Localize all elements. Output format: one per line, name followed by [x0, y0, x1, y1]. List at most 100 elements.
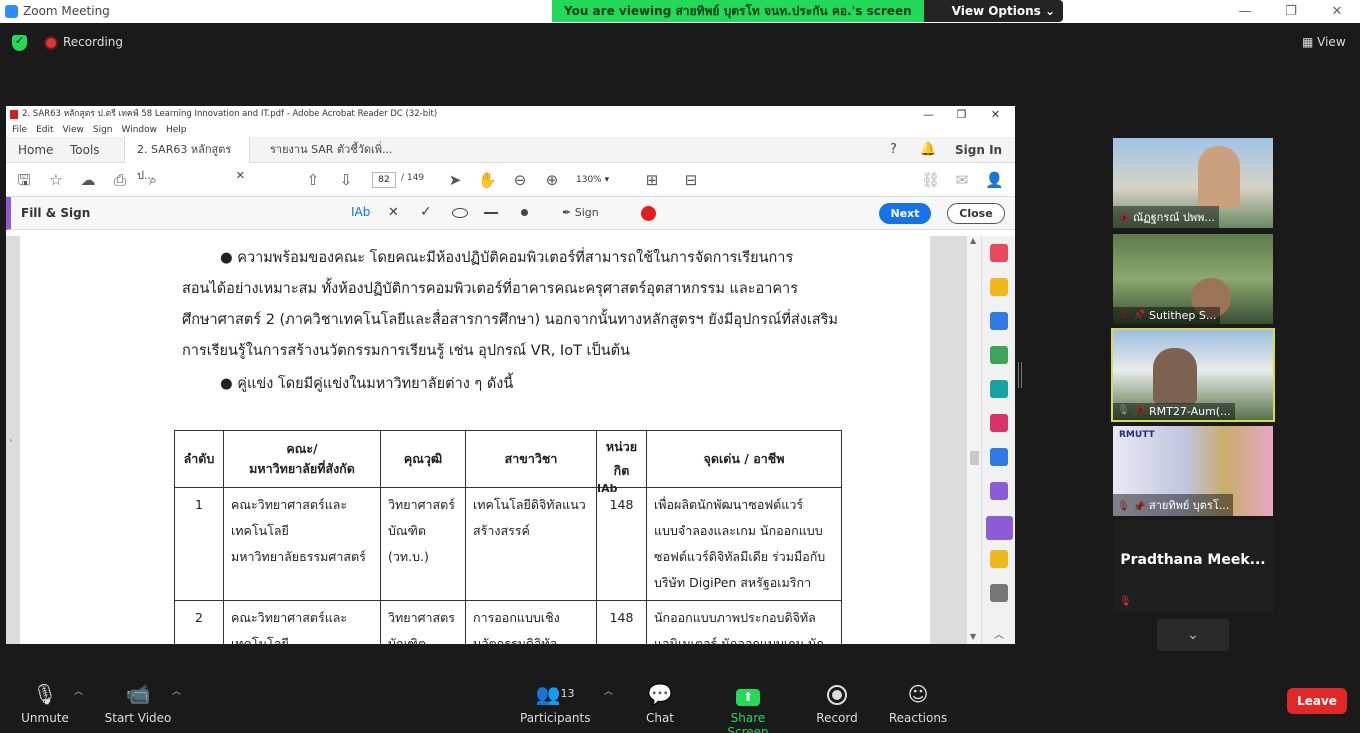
table-cell: เทคโนโลยีดิจิทัลแนว สร้างสรรค์ — [465, 487, 597, 601]
vertical-scrollbar[interactable]: ▲ ▼ — [967, 236, 981, 644]
collapse-rail-icon[interactable]: ︿ — [994, 626, 1004, 641]
page-fit-icon[interactable]: ⊞ — [643, 171, 661, 189]
close-button[interactable]: Close — [947, 203, 1005, 224]
page-up-icon[interactable]: ⇧ — [304, 171, 322, 189]
email-icon[interactable]: ✉ — [953, 171, 971, 189]
pdf-icon — [10, 110, 18, 119]
scroll-thumb[interactable] — [970, 451, 979, 465]
comment-icon[interactable] — [990, 278, 1008, 296]
participant-tile[interactable]: 🎙 📌 Sutithep S... — [1113, 234, 1273, 324]
color-picker-red[interactable] — [641, 206, 656, 221]
organize-pages-icon[interactable] — [990, 346, 1008, 364]
participants-icon: 👥13 — [535, 682, 575, 706]
scan-ocr-icon[interactable] — [990, 380, 1008, 398]
protect-icon[interactable] — [990, 448, 1008, 466]
table-row: 2 คณะวิทยาศาสตร์และ เทคโนโลยี วิทยาศาสตร… — [174, 600, 842, 644]
scroll-mode-icon[interactable]: ⊟ — [682, 171, 700, 189]
link-icon[interactable]: ⛓ — [921, 171, 940, 189]
meeting-controls: 🎙 Unmute ︿ 📹 Start Video ︿ 👥13 Participa… — [0, 671, 1360, 733]
participant-name: Sutithep S... — [1113, 307, 1221, 324]
video-options-caret-icon[interactable]: ︿ — [172, 684, 181, 697]
split-divider-handle[interactable] — [1018, 362, 1022, 388]
request-sign-icon[interactable] — [990, 482, 1008, 500]
close-icon[interactable]: ✕ — [1314, 0, 1360, 23]
add-user-icon[interactable]: 👤 — [985, 171, 1004, 189]
participant-name: สายทิพย์ บุตรโ... — [1113, 494, 1234, 516]
page-number-input[interactable]: 82 — [372, 172, 396, 188]
tab-tools[interactable]: Tools — [58, 137, 112, 163]
ellipse-icon[interactable] — [452, 208, 468, 218]
acrobat-restore-icon[interactable]: ❐ — [945, 106, 978, 123]
upload-cloud-icon[interactable]: ☁ — [79, 171, 97, 189]
left-pane-toggle-icon[interactable]: › — [9, 436, 13, 446]
acrobat-close-icon[interactable]: ✕ — [979, 106, 1012, 123]
acrobat-tabs: Home Tools 2. SAR63 หลักสูตร ป... ✕ รายง… — [6, 137, 1015, 182]
fill-sign-icon[interactable] — [986, 516, 1013, 540]
zoom-level-dropdown[interactable]: 130% ▾ — [576, 172, 621, 188]
reactions-button[interactable]: ☺ Reactions — [888, 671, 948, 733]
line-icon[interactable] — [484, 212, 498, 214]
view-options-button[interactable]: View Options ⌄ — [923, 0, 1064, 22]
hand-tool-icon[interactable]: ✋ — [478, 171, 497, 189]
dot-icon[interactable] — [521, 209, 528, 216]
scroll-down-icon[interactable]: ▼ — [970, 632, 976, 641]
zoom-logo-icon — [5, 5, 18, 18]
tab-doc-sar63[interactable]: 2. SAR63 หลักสูตร ป... ✕ — [124, 137, 250, 182]
menu-sign[interactable]: Sign — [93, 123, 113, 137]
save-icon[interactable]: 🖫 — [15, 171, 33, 189]
send-file-icon[interactable] — [990, 550, 1008, 568]
more-tools-icon[interactable] — [990, 584, 1008, 602]
menu-help[interactable]: Help — [166, 123, 187, 137]
record-button[interactable]: Record — [812, 671, 862, 733]
sign-in-button[interactable]: Sign In — [943, 137, 1014, 163]
pdf-page: ● ความพร้อมของคณะ โดยคณะมีห้องปฏิบัติคอม… — [20, 236, 930, 644]
scroll-up-icon[interactable]: ▲ — [970, 236, 976, 245]
acrobat-menubar: File Edit View Sign Window Help — [6, 123, 1015, 137]
maximize-icon[interactable]: ❐ — [1268, 0, 1314, 23]
help-icon[interactable]: ? — [878, 137, 909, 163]
edit-pdf-icon[interactable] — [990, 414, 1008, 432]
chat-button[interactable]: 💬 Chat — [640, 671, 680, 733]
fill-sign-title: Fill & Sign — [21, 206, 91, 220]
zoom-window-title: Zoom Meeting — [23, 4, 110, 18]
print-icon[interactable]: ⎙ — [111, 171, 129, 189]
view-button[interactable]: ▦ View — [1302, 35, 1346, 49]
menu-window[interactable]: Window — [122, 123, 158, 137]
next-button[interactable]: Next — [879, 203, 931, 224]
audio-options-caret-icon[interactable]: ︿ — [74, 684, 83, 697]
menu-file[interactable]: File — [12, 123, 27, 137]
unmute-button[interactable]: 🎙 Unmute — [14, 671, 76, 733]
page-down-icon[interactable]: ⇩ — [337, 171, 355, 189]
participants-caret-icon[interactable]: ︿ — [604, 684, 613, 697]
participant-tile-active-speaker[interactable]: 🎙 📌 RMT27-Aum(... — [1111, 328, 1275, 422]
participant-tile[interactable]: 📌 ณัฏฐกรณ์ ปพพ... — [1113, 138, 1273, 228]
cross-mark-icon[interactable]: ✕ — [388, 205, 399, 220]
menu-view[interactable]: View — [63, 123, 84, 137]
zoom-out-icon[interactable]: ⊖ — [511, 171, 529, 189]
participant-tile[interactable]: Pradthana Meek... 🎙 — [1113, 520, 1273, 612]
select-arrow-icon[interactable]: ➤ — [446, 171, 464, 189]
menu-edit[interactable]: Edit — [36, 123, 53, 137]
tab-doc-sar-report[interactable]: รายงาน SAR ตัวชี้วัดเพิ่... — [258, 137, 405, 163]
start-video-button[interactable]: 📹 Start Video — [104, 671, 172, 733]
participant-tile[interactable]: RMUTT 🎙 📌 สายทิพย์ บุตรโ... — [1113, 426, 1273, 516]
add-text-tool[interactable]: IAb — [351, 205, 370, 219]
minimize-icon[interactable]: — — [1222, 0, 1268, 23]
more-participants-chevron[interactable]: ⌄ — [1157, 619, 1229, 651]
security-shield-icon[interactable] — [12, 34, 27, 51]
tab-home[interactable]: Home — [6, 137, 65, 163]
bookmark-star-icon[interactable]: ☆ — [47, 171, 65, 189]
paragraph-line: ศึกษาศาสตร์ 2 (ภาควิชาเทคโนโลยีและสื่อสา… — [182, 312, 838, 328]
chat-bubble-icon: 💬 — [647, 682, 673, 706]
participants-button[interactable]: 👥13 Participants — [520, 671, 591, 733]
create-pdf-icon[interactable] — [990, 244, 1008, 262]
leave-button[interactable]: Leave — [1287, 688, 1347, 714]
zoom-search-icon[interactable]: ⌕ — [144, 171, 162, 189]
export-pdf-icon[interactable] — [990, 312, 1008, 330]
paragraph-line: สอนได้อย่างเหมาะสม ทั้งห้องปฏิบัติการคอม… — [182, 281, 798, 297]
checkmark-icon[interactable]: ✓ — [420, 204, 432, 220]
zoom-in-icon[interactable]: ⊕ — [543, 171, 561, 189]
sign-button[interactable]: ✒ Sign — [562, 206, 599, 219]
acrobat-minimize-icon[interactable]: — — [912, 106, 945, 123]
share-screen-button[interactable]: ⬆ Share Screen — [710, 671, 786, 733]
